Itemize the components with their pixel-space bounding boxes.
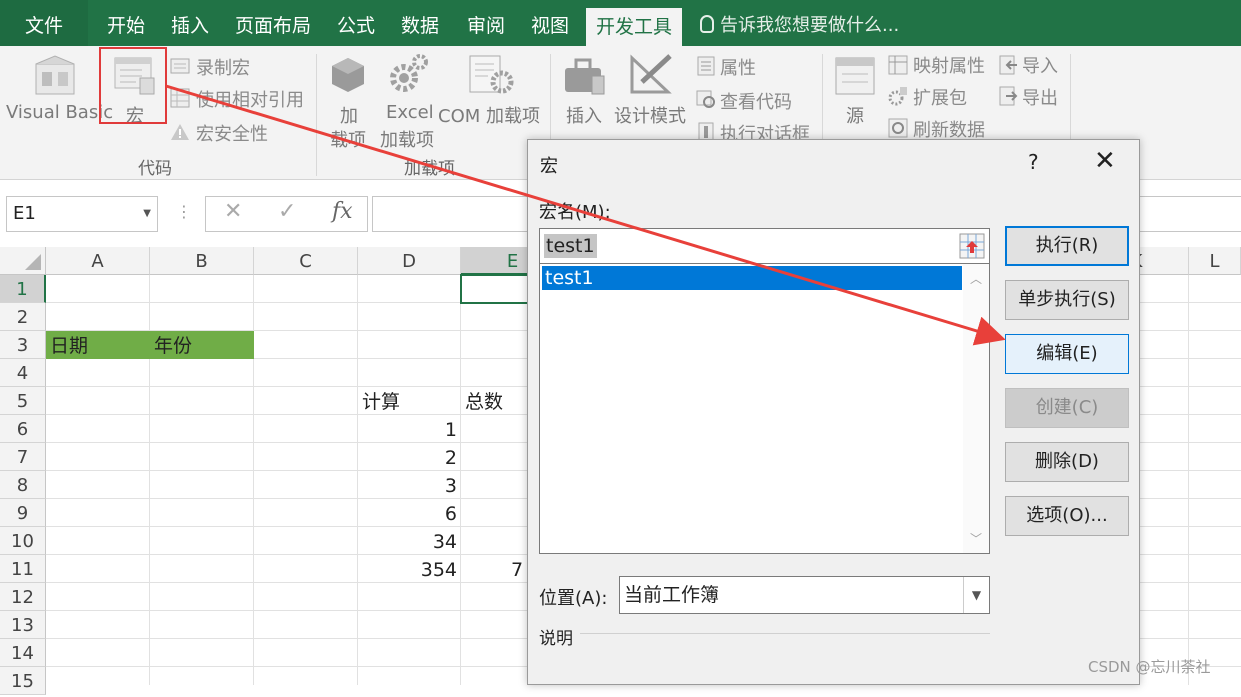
annotation-arrow — [165, 84, 1006, 346]
watermark: CSDN @忘川荼社 — [1088, 658, 1211, 676]
